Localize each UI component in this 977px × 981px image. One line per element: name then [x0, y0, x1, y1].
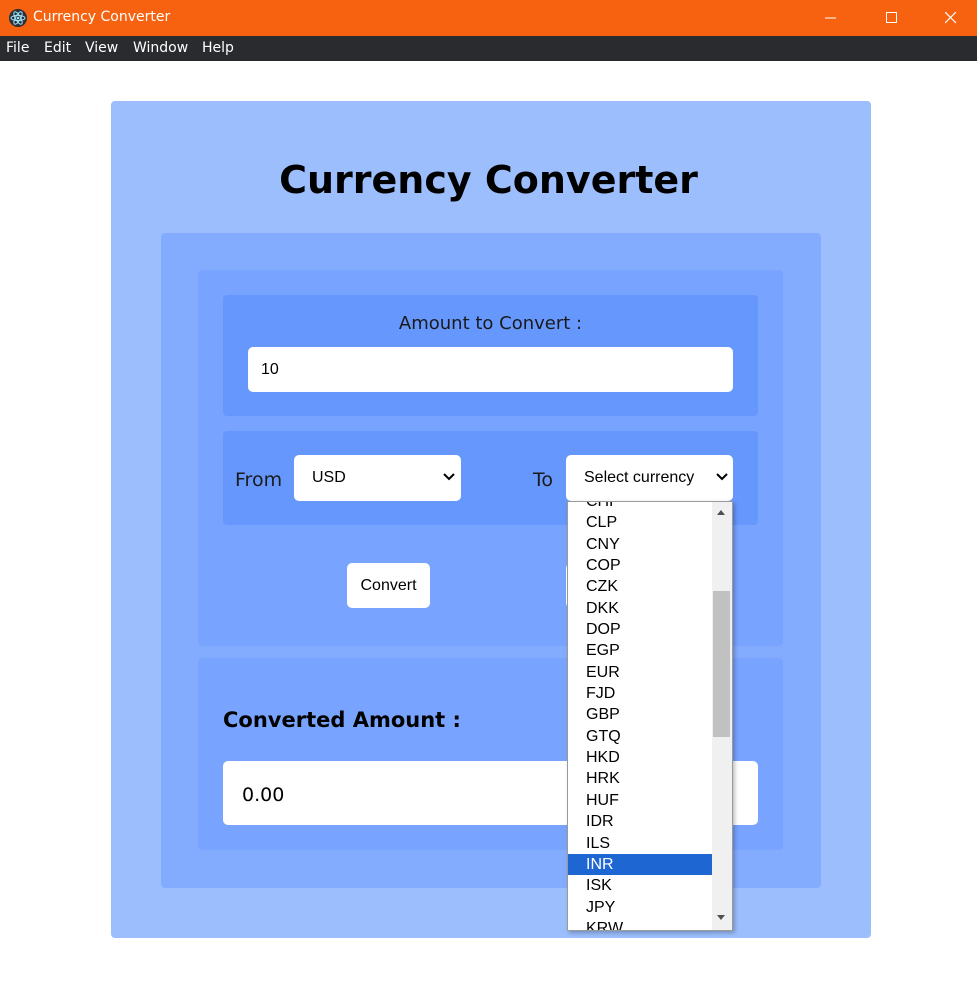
- electron-icon: [9, 9, 27, 27]
- from-currency-value: USD: [312, 469, 346, 486]
- page-title: Currency Converter: [279, 158, 698, 202]
- dropdown-option[interactable]: HRK: [568, 768, 712, 789]
- menu-help[interactable]: Help: [202, 40, 234, 56]
- converted-amount-label: Converted Amount :: [223, 708, 461, 732]
- dropdown-option[interactable]: CHF: [568, 502, 712, 512]
- scrollbar-thumb[interactable]: [713, 591, 730, 737]
- amount-label: Amount to Convert :: [398, 313, 583, 334]
- menu-view[interactable]: View: [85, 40, 118, 56]
- convert-button[interactable]: Convert: [347, 563, 430, 608]
- amount-input[interactable]: 10: [248, 347, 733, 392]
- dropdown-option[interactable]: DKK: [568, 598, 712, 619]
- chevron-down-icon: [443, 473, 455, 481]
- dropdown-option[interactable]: HUF: [568, 790, 712, 811]
- dropdown-option[interactable]: COP: [568, 555, 712, 576]
- menu-window[interactable]: Window: [133, 40, 188, 56]
- maximize-button[interactable]: [869, 0, 915, 36]
- dropdown-option[interactable]: EGP: [568, 640, 712, 661]
- menu-file[interactable]: File: [6, 40, 29, 56]
- scroll-down-arrow-icon[interactable]: [716, 914, 726, 922]
- chevron-down-icon: [716, 473, 728, 481]
- to-currency-value: Select currency: [584, 469, 695, 486]
- minimize-button[interactable]: [808, 0, 854, 36]
- dropdown-option[interactable]: IDR: [568, 811, 712, 832]
- dropdown-option[interactable]: KRW: [568, 918, 712, 930]
- dropdown-option[interactable]: CNY: [568, 534, 712, 555]
- currency-dropdown-list[interactable]: CHF CLP CNY COP CZK DKK DOP EGP EUR FJD GBP GTQ HKD H…: [567, 501, 733, 931]
- dropdown-option[interactable]: GBP: [568, 704, 712, 725]
- to-label: To: [533, 469, 554, 491]
- window-title: Currency Converter: [33, 9, 171, 25]
- dropdown-options: CHF CLP CNY COP CZK DKK DOP EGP EUR FJD GBP GTQ HKD H…: [568, 502, 712, 930]
- close-icon: [945, 12, 957, 24]
- dropdown-option[interactable]: JPY: [568, 897, 712, 918]
- scroll-up-arrow-icon[interactable]: [716, 509, 726, 517]
- dropdown-option[interactable]: FJD: [568, 683, 712, 704]
- menu-bar: File Edit View Window Help: [0, 36, 977, 61]
- dropdown-option[interactable]: HKD: [568, 747, 712, 768]
- dropdown-option[interactable]: INR: [568, 853, 712, 876]
- dropdown-option[interactable]: ISK: [568, 875, 712, 896]
- dropdown-option[interactable]: CZK: [568, 576, 712, 597]
- from-label: From: [235, 469, 283, 491]
- maximize-icon: [886, 12, 897, 23]
- title-bar: Currency Converter: [0, 0, 977, 36]
- dropdown-option[interactable]: EUR: [568, 662, 712, 683]
- minimize-icon: [825, 17, 836, 19]
- dropdown-option[interactable]: CLP: [568, 512, 712, 533]
- dropdown-option[interactable]: DOP: [568, 619, 712, 640]
- dropdown-option[interactable]: GTQ: [568, 726, 712, 747]
- from-currency-select[interactable]: USD: [294, 455, 461, 501]
- close-button[interactable]: [928, 0, 974, 36]
- dropdown-option[interactable]: ILS: [568, 833, 712, 854]
- menu-edit[interactable]: Edit: [44, 40, 71, 56]
- to-currency-select[interactable]: Select currency: [566, 455, 733, 501]
